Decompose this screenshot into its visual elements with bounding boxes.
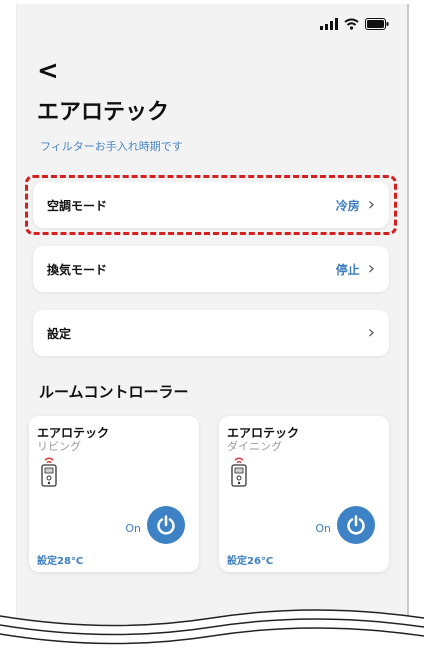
power-icon: [157, 515, 175, 535]
chevron-right-icon: ›: [367, 258, 375, 279]
chevron-right-icon: ›: [367, 322, 375, 343]
set-temperature: 設定28°C: [37, 556, 84, 567]
battery-icon: [365, 18, 389, 30]
settings-row[interactable]: 設定 ›: [33, 310, 389, 356]
back-button[interactable]: <: [37, 58, 59, 84]
filter-notice: フィルターお手入れ時期です: [40, 140, 183, 153]
room-card-living[interactable]: エアロテック リビング On 設定28°C: [29, 416, 199, 572]
set-temperature: 設定26°C: [227, 556, 274, 567]
power-status: On: [315, 522, 331, 535]
room-card-dining[interactable]: エアロテック ダイニング On 設定26°C: [219, 416, 389, 572]
card-room: ダイニング: [227, 440, 282, 453]
power-status: On: [125, 522, 141, 535]
power-button[interactable]: [147, 506, 185, 544]
ventilation-mode-label: 換気モード: [47, 262, 108, 277]
room-controller-heading: ルームコントローラー: [39, 383, 189, 401]
power-button[interactable]: [337, 506, 375, 544]
highlight-frame: [25, 175, 397, 235]
page-title: エアロテック: [37, 100, 170, 125]
power-icon: [347, 515, 365, 535]
signal-icon: [320, 18, 338, 30]
ventilation-mode-row[interactable]: 換気モード 停止 ›: [33, 246, 389, 292]
controller-device-icon: [231, 457, 247, 487]
settings-label: 設定: [47, 326, 72, 341]
controller-device-icon: [41, 457, 57, 487]
status-bar: [320, 18, 389, 30]
phone-screen: < エアロテック フィルターお手入れ時期です 空調モード 冷房 › 換気モード …: [16, 4, 409, 624]
torn-edge-decoration: [0, 609, 424, 656]
ventilation-mode-value: 停止: [335, 262, 360, 277]
wifi-icon: [344, 18, 359, 30]
card-room: リビング: [37, 440, 81, 453]
